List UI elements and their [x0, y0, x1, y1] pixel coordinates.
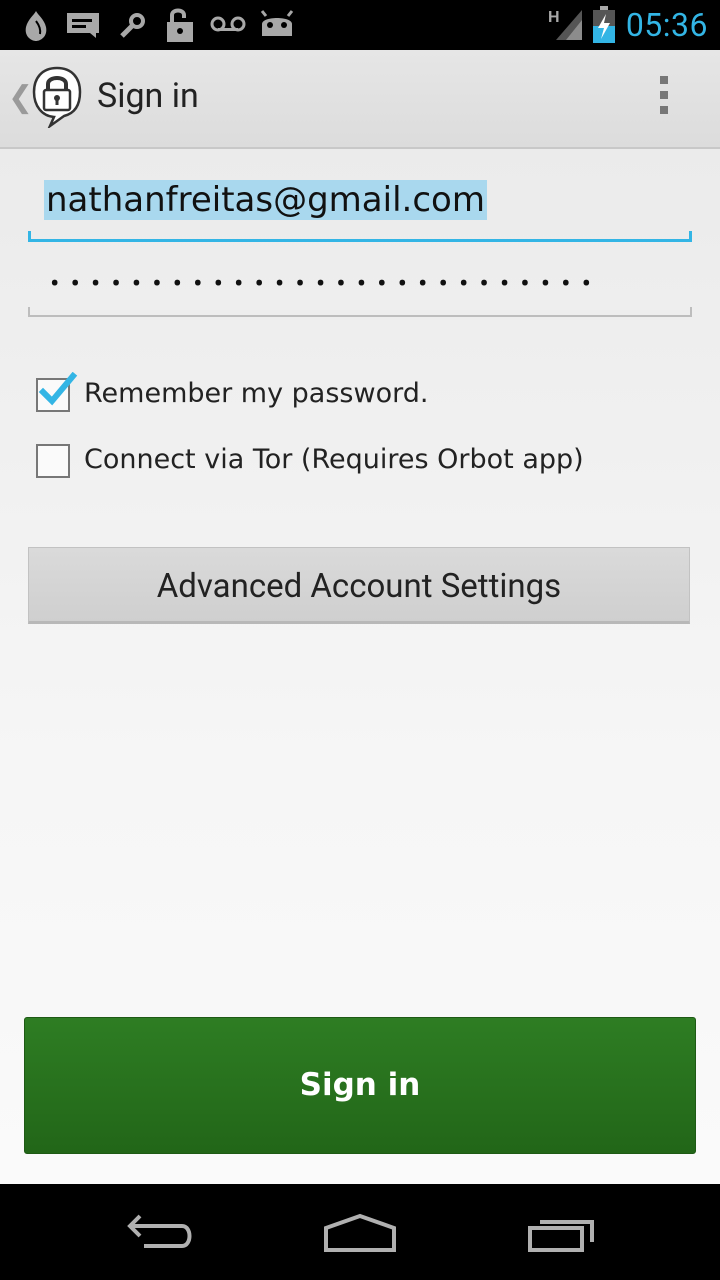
sign-in-button[interactable]: Sign in	[24, 1017, 696, 1154]
up-navigation[interactable]: ❮	[0, 50, 90, 147]
password-mask: •••••••••••••••••••••••••••	[50, 267, 603, 300]
page-title: Sign in	[97, 76, 199, 116]
recents-icon[interactable]	[526, 1214, 598, 1254]
voicemail-icon	[210, 16, 246, 32]
battery-charging-icon	[593, 6, 615, 43]
home-icon[interactable]	[322, 1212, 398, 1254]
connect-via-tor-checkbox[interactable]: Connect via Tor (Requires Orbot app)	[36, 444, 584, 480]
network-type-label: H	[548, 9, 560, 26]
clock: 05:36	[625, 6, 708, 44]
lock-bubble-logo-icon	[32, 66, 82, 128]
back-icon[interactable]	[124, 1210, 196, 1254]
email-field[interactable]: nathanfreitas@gmail.com	[28, 175, 692, 242]
unlock-icon	[167, 8, 193, 42]
advanced-account-settings-button[interactable]: Advanced Account Settings	[28, 547, 690, 624]
sign-in-form: nathanfreitas@gmail.com ••••••••••••••••…	[0, 149, 720, 1184]
check-mark-icon	[38, 372, 78, 406]
email-value: nathanfreitas@gmail.com	[44, 180, 487, 220]
navigation-bar	[0, 1184, 720, 1280]
overflow-menu-icon[interactable]	[652, 76, 676, 126]
status-bar: H 05:36	[0, 0, 720, 50]
remember-password-label: Remember my password.	[84, 378, 429, 409]
connect-via-tor-label: Connect via Tor (Requires Orbot app)	[84, 444, 584, 475]
tool-icon	[120, 13, 145, 38]
android-debug-icon	[260, 10, 294, 36]
signal-icon: H	[548, 9, 582, 40]
checkbox-box	[36, 444, 70, 478]
message-icon	[67, 13, 99, 38]
orbot-onion-icon	[25, 11, 47, 41]
password-field[interactable]: •••••••••••••••••••••••••••	[28, 257, 692, 317]
action-bar: ❮ Sign in	[0, 50, 720, 149]
remember-password-checkbox[interactable]: Remember my password.	[36, 372, 456, 414]
